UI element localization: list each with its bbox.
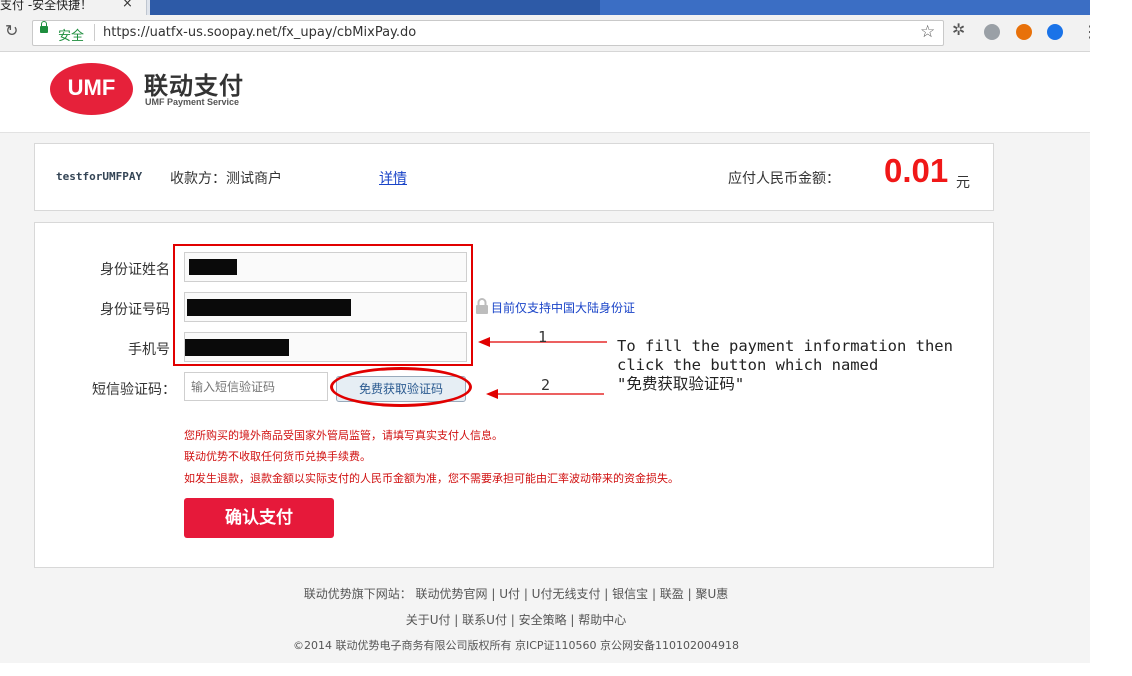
annotation-step-1: 1 bbox=[538, 328, 548, 346]
annotation-arrowhead-2 bbox=[486, 389, 498, 399]
footer-copyright: ©2014 联动优势电子商务有限公司版权所有 京ICP证110560 京公网安备… bbox=[292, 639, 739, 652]
footer-links-secondary[interactable]: 关于U付 | 联系U付 | 安全策略 | 帮助中心 bbox=[0, 611, 1032, 628]
annotation-text: To fill the payment information then cli… bbox=[617, 337, 953, 393]
annotation-arrowhead-1 bbox=[478, 337, 490, 347]
annotation-step-2: 2 bbox=[541, 376, 551, 394]
right-margin bbox=[1090, 0, 1132, 676]
footer-links[interactable]: 联动优势旗下网站： 联动优势官网 | U付 | U付无线支付 | 银信宝 | 联… bbox=[0, 585, 1032, 602]
